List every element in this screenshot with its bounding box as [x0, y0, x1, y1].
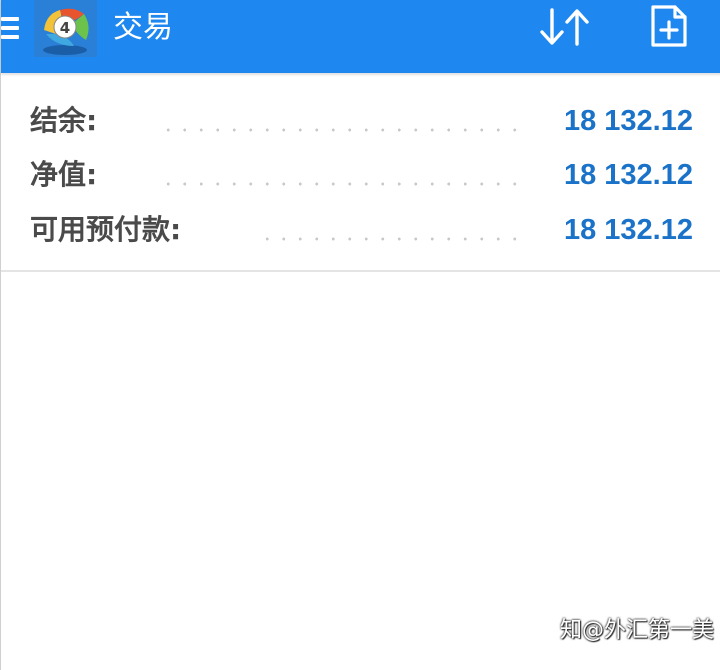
new-order-icon[interactable]: [649, 3, 689, 49]
leader-dots: [161, 128, 523, 132]
account-summary-panel: 结余: 18 132.12 净值: 18 132.12 可用预付款: 18 13…: [1, 73, 720, 272]
free-margin-value: 18 132.12: [563, 214, 693, 246]
leader-dots: [161, 182, 523, 186]
equity-value: 18 132.12: [563, 159, 693, 191]
sort-arrows-icon[interactable]: [537, 4, 593, 50]
equity-row: 净值: 18 132.12: [1, 153, 720, 197]
top-app-bar: 4 交易: [1, 0, 720, 73]
watermark-text: 知@外汇第一美: [559, 618, 714, 643]
app-logo-icon[interactable]: 4: [34, 0, 97, 57]
hamburger-menu-icon[interactable]: [1, 17, 21, 43]
svg-text:4: 4: [60, 19, 70, 37]
page-title: 交易: [113, 10, 173, 45]
leader-dots: [257, 237, 523, 241]
balance-label: 结余:: [30, 104, 98, 137]
balance-row: 结余: 18 132.12: [1, 99, 720, 143]
trade-screen: 4 交易 结余: 18 132.12 净值: 18 132.12 可用预付款: …: [0, 0, 720, 670]
balance-value: 18 132.12: [563, 105, 693, 137]
free-margin-label: 可用预付款:: [30, 213, 182, 246]
equity-label: 净值:: [30, 158, 98, 191]
free-margin-row: 可用预付款: 18 132.12: [1, 208, 720, 252]
